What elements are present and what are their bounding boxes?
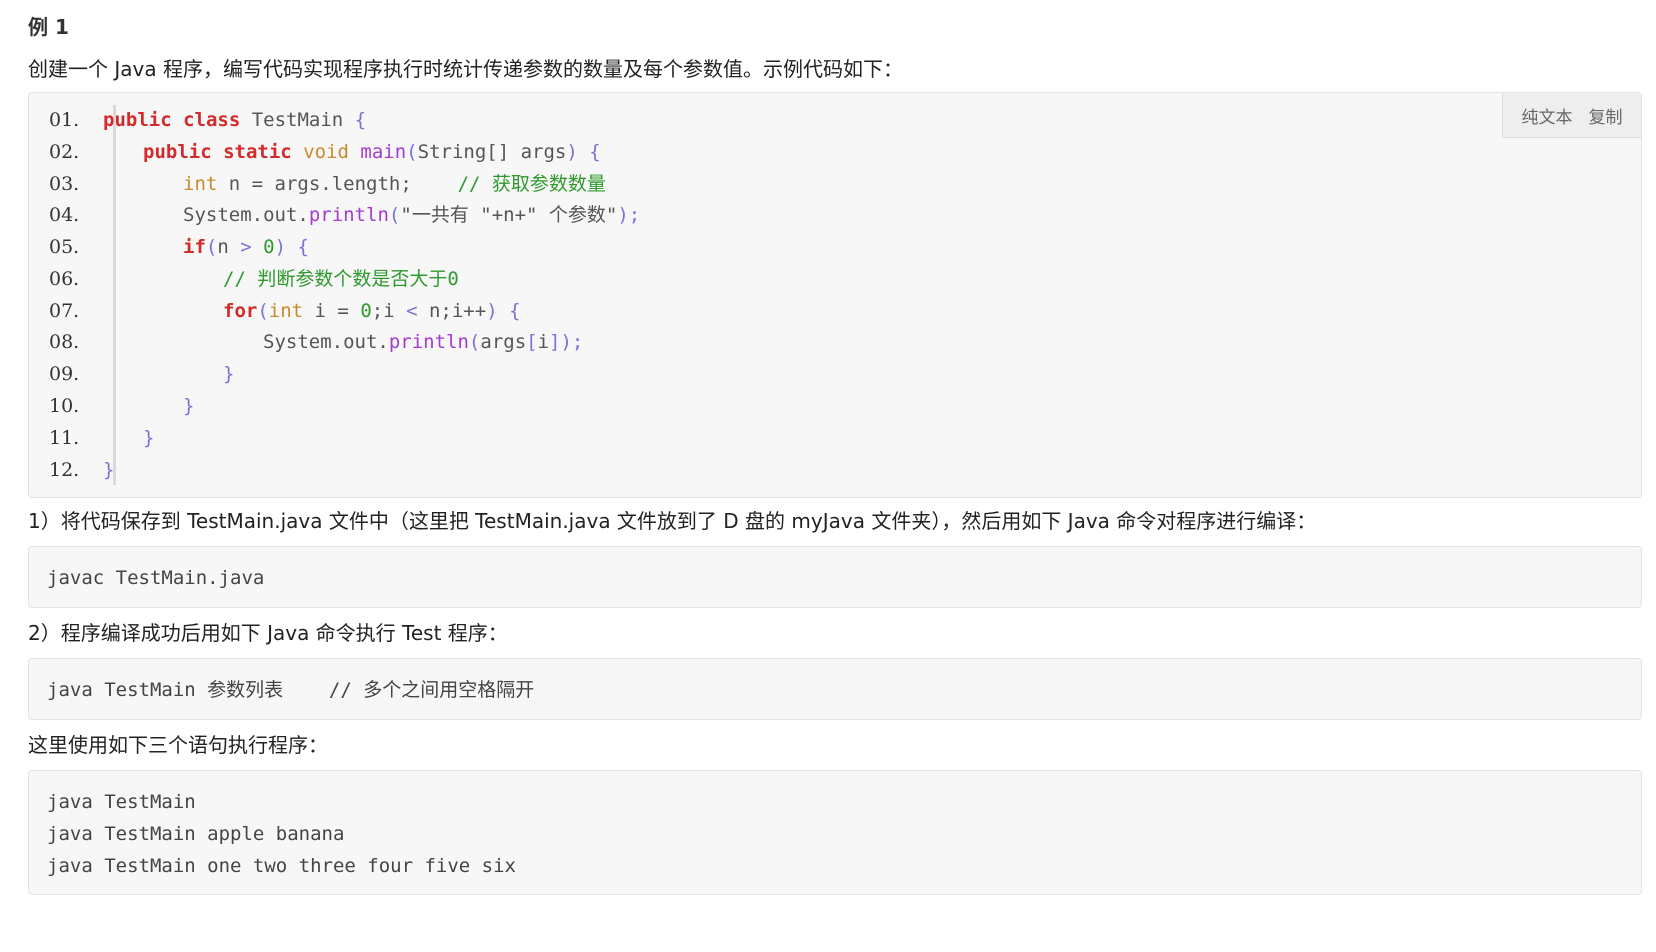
- code-line-7: for(int i = 0;i < n;i++) {: [223, 300, 521, 322]
- run-example-line: java TestMain: [47, 791, 196, 813]
- intro-paragraph: 创建一个 Java 程序，编写代码实现程序执行时统计传递参数的数量及每个参数值。…: [28, 57, 903, 81]
- line-number: 08.: [49, 331, 80, 353]
- code-line-4: System.out.println("一共有 "+n+" 个参数");: [183, 204, 641, 226]
- code-line-3: int n = args.length; // 获取参数数量: [183, 173, 606, 195]
- run-examples-block: java TestMain java TestMain apple banana…: [28, 770, 1642, 895]
- step3-paragraph: 这里使用如下三个语句执行程序：: [28, 733, 328, 757]
- code-line-6: // 判断参数个数是否大于0: [223, 268, 459, 290]
- line-number: 11.: [49, 427, 80, 449]
- step2-paragraph: 2）程序编译成功后用如下 Java 命令执行 Test 程序：: [28, 621, 508, 645]
- code-toolbar: 纯文本 复制: [1502, 93, 1641, 138]
- line-number: 02.: [49, 141, 80, 163]
- code-line-10: }: [183, 395, 195, 417]
- run-example-line: java TestMain apple banana: [47, 823, 345, 845]
- code-line-1: public class TestMain {: [103, 109, 367, 131]
- code-line-8: System.out.println(args[i]);: [263, 331, 584, 353]
- article: 例 1 创建一个 Java 程序，编写代码实现程序执行时统计传递参数的数量及每个…: [0, 0, 1656, 952]
- line-number: 12.: [49, 459, 80, 481]
- code-line-11: }: [143, 427, 155, 449]
- compile-command-block: javac TestMain.java: [28, 546, 1642, 608]
- java-code-block: 纯文本 复制 01. 02. 03. 04. 05. 06. 07. 08. 0…: [28, 92, 1642, 498]
- gutter-divider: [113, 105, 116, 485]
- run-example-line: java TestMain one two three four five si…: [47, 855, 516, 877]
- line-number: 04.: [49, 204, 80, 226]
- copy-button[interactable]: 复制: [1589, 103, 1623, 128]
- code-line-2: public static void main(String[] args) {: [143, 141, 601, 163]
- run-command: java TestMain 参数列表 // 多个之间用空格隔开: [47, 679, 535, 701]
- code-line-9: }: [223, 363, 235, 385]
- line-number: 03.: [49, 173, 80, 195]
- example-heading: 例 1: [28, 15, 69, 39]
- line-number: 07.: [49, 300, 80, 322]
- plain-text-button[interactable]: 纯文本: [1522, 103, 1573, 128]
- line-number: 06.: [49, 268, 80, 290]
- step1-paragraph: 1）将代码保存到 TestMain.java 文件中（这里把 TestMain.…: [28, 509, 1317, 533]
- line-number: 05.: [49, 236, 80, 258]
- code-line-12: }: [103, 459, 115, 481]
- code-line-5: if(n > 0) {: [183, 236, 309, 258]
- compile-command: javac TestMain.java: [47, 567, 265, 589]
- line-number: 10.: [49, 395, 80, 417]
- line-number: 09.: [49, 363, 80, 385]
- line-number-gutter: 01. 02. 03. 04. 05. 06. 07. 08. 09. 10. …: [29, 93, 113, 497]
- run-command-block: java TestMain 参数列表 // 多个之间用空格隔开: [28, 658, 1642, 720]
- line-number: 01.: [49, 109, 80, 131]
